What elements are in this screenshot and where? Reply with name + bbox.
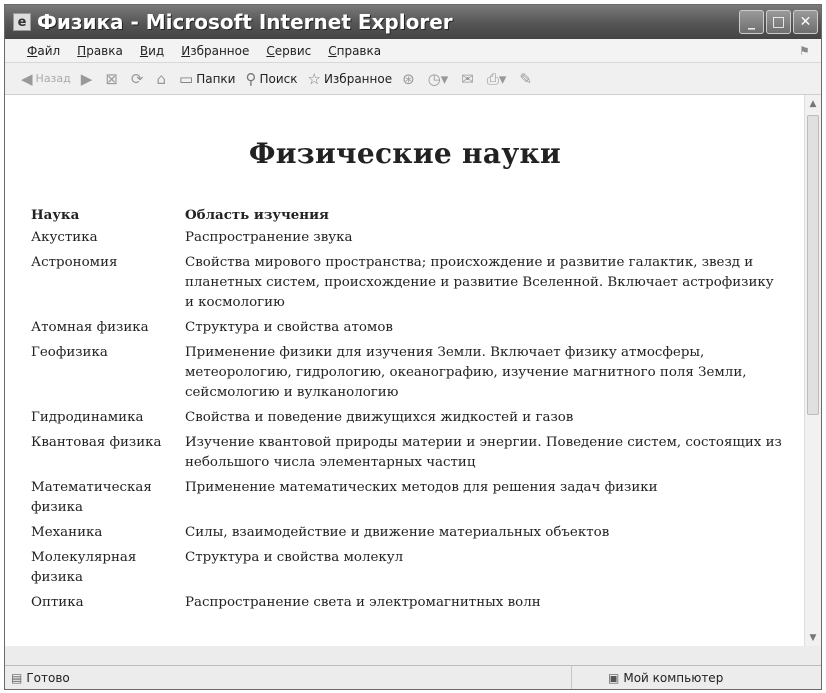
vertical-scrollbar[interactable]: ▲ ▼ [804, 95, 821, 646]
status-bar: ▤ Готово ▣ Мой компьютер [5, 665, 821, 689]
minimize-button[interactable]: _ [739, 10, 764, 34]
menu-view[interactable]: Вид [140, 44, 164, 58]
search-label: Поиск [259, 71, 298, 86]
science-name: Астрономия [31, 255, 118, 270]
window-title: Физика - Microsoft Internet Explorer [37, 10, 453, 34]
scroll-up-icon[interactable]: ▲ [805, 95, 821, 112]
science-description: Структура и свойства атомов [185, 320, 393, 335]
windows-flag-icon: ⚑ [799, 43, 810, 58]
star-icon: ☆ [307, 69, 321, 88]
ie-logo-icon: e [13, 13, 31, 31]
science-name: Атомная физика [31, 320, 149, 335]
toolbar: ◀ Назад ▶ ⊠ ⟳ ⌂ ▭ Папки ⚲ Поиск ☆ Избран… [5, 63, 821, 95]
science-name: Оптика [31, 595, 84, 610]
stop-icon: ⊠ [105, 69, 118, 88]
science-description: Свойства мирового пространства; происхож… [185, 255, 774, 310]
back-arrow-icon: ◀ [21, 69, 33, 88]
maximize-button[interactable]: □ [766, 10, 791, 34]
science-description: Распространение света и электромагнитных… [185, 595, 541, 610]
pencil-icon: ✎ [519, 69, 532, 88]
search-button[interactable]: ⚲ Поиск [245, 70, 297, 88]
science-name: Гидродинамика [31, 410, 144, 425]
forward-arrow-icon: ▶ [80, 69, 93, 88]
folders-icon: ▭ [179, 69, 194, 88]
table-row: Астрономия Свойства мирового пространств… [31, 253, 785, 318]
science-description: Изучение квантовой природы материи и эне… [185, 435, 782, 470]
page-content: Физические науки Наука Область изучения … [5, 95, 805, 646]
search-icon: ⚲ [245, 69, 257, 88]
refresh-icon: ⟳ [130, 69, 144, 88]
back-label: Назад [35, 72, 71, 85]
history-button[interactable]: ◷▾ [428, 70, 452, 88]
science-name: Акустика [31, 230, 98, 245]
table-row: Атомная физика Структура и свойства атом… [31, 318, 785, 343]
table-row: Молекулярная физика Структура и свойства… [31, 548, 785, 593]
page-heading: Физические науки [248, 137, 562, 170]
table-row: Квантовая физика Изучение квантовой прир… [31, 433, 785, 478]
edit-button[interactable]: ✎ [519, 70, 535, 88]
science-description: Структура и свойства молекул [185, 550, 404, 565]
table-row: Математическая физика Применение математ… [31, 478, 785, 523]
mail-icon: ✉ [461, 69, 474, 88]
page-icon: ▤ [11, 670, 23, 685]
science-name: Геофизика [31, 345, 108, 360]
table-row: Геофизика Применение физики для изучения… [31, 343, 785, 408]
stop-button[interactable]: ⊠ [105, 70, 121, 88]
science-name: Молекулярная физика [31, 550, 137, 585]
home-button[interactable]: ⌂ [156, 70, 169, 88]
folders-label: Папки [196, 71, 236, 86]
menu-file[interactable]: Файл [27, 44, 60, 58]
folders-button[interactable]: ▭ Папки [179, 70, 235, 88]
menu-bar: Файл Правка Вид Избранное Сервис Справка… [5, 39, 821, 63]
security-zone: ▣ Мой компьютер [571, 666, 821, 689]
media-icon: ⊛ [402, 69, 415, 88]
print-button[interactable]: ⎙▾ [487, 70, 510, 88]
table-row: Оптика Распространение света и электрома… [31, 593, 785, 618]
menu-help[interactable]: Справка [328, 44, 381, 58]
scroll-down-icon[interactable]: ▼ [805, 629, 821, 646]
back-button[interactable]: ◀ Назад [21, 70, 71, 88]
favorites-button[interactable]: ☆ Избранное [307, 70, 392, 88]
science-description: Применение математических методов для ре… [185, 480, 658, 495]
sciences-table: Наука Область изучения Акустика Распрост… [31, 205, 785, 618]
table-row: Механика Силы, взаимодействие и движение… [31, 523, 785, 548]
science-description: Распространение звука [185, 230, 353, 245]
history-icon: ◷▾ [427, 69, 449, 88]
menu-favorites[interactable]: Избранное [181, 44, 249, 58]
home-icon: ⌂ [156, 69, 166, 88]
forward-button[interactable]: ▶ [81, 70, 96, 88]
browser-window: e Физика - Microsoft Internet Explorer _… [4, 4, 822, 690]
science-description: Силы, взаимодействие и движение материал… [185, 525, 610, 540]
print-icon: ⎙▾ [486, 69, 507, 88]
science-name: Математическая физика [31, 480, 152, 515]
zone-label: Мой компьютер [623, 670, 724, 685]
table-row: Гидродинамика Свойства и поведение движу… [31, 408, 785, 433]
media-button[interactable]: ⊛ [402, 70, 418, 88]
table-row: Акустика Распространение звука [31, 228, 785, 253]
close-button[interactable]: ✕ [793, 10, 818, 34]
header-field: Область изучения [185, 207, 329, 223]
menu-edit[interactable]: Правка [77, 44, 123, 58]
menu-tools[interactable]: Сервис [266, 44, 311, 58]
favorites-label: Избранное [323, 71, 393, 86]
refresh-button[interactable]: ⟳ [131, 70, 147, 88]
table-header-row: Наука Область изучения [31, 205, 785, 228]
status-text: Готово [26, 670, 70, 685]
science-description: Применение физики для изучения Земли. Вк… [185, 345, 747, 400]
science-description: Свойства и поведение движущихся жидкосте… [185, 410, 574, 425]
computer-icon: ▣ [608, 670, 620, 685]
science-name: Механика [31, 525, 103, 540]
title-bar[interactable]: e Физика - Microsoft Internet Explorer _… [5, 5, 821, 39]
mail-button[interactable]: ✉ [461, 70, 477, 88]
scroll-thumb[interactable] [807, 115, 819, 415]
science-name: Квантовая физика [31, 435, 162, 450]
header-science: Наука [31, 207, 80, 223]
